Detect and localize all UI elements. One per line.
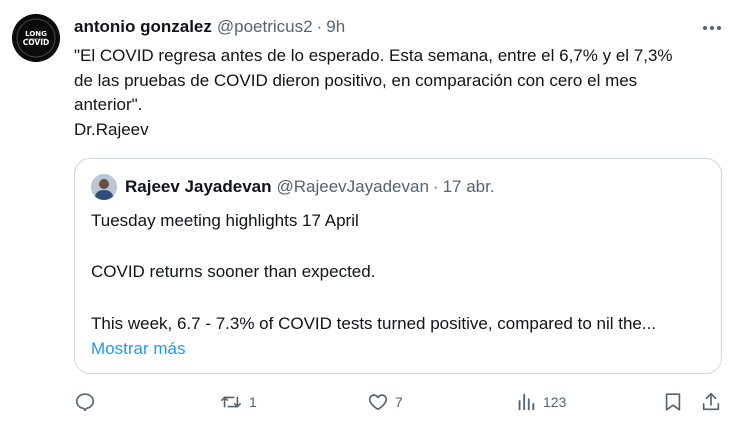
quoted-tweet-time: 17 abr. [442,177,495,196]
tweet-text-line: Dr.Rajeev [74,119,149,139]
tweet-text-line: de las pruebas de COVID dieron positivo,… [74,70,638,90]
quoted-tweet-header: Rajeev Jayadevan @RajeevJayadevan · 17 a… [91,174,495,200]
more-options-button[interactable] [702,18,722,38]
quoted-author-handle: @RajeevJayadevan [276,177,429,196]
retweet-button[interactable]: 1 [219,390,257,414]
tweet-time[interactable]: 9h [326,17,345,37]
like-count: 7 [395,394,403,410]
author-handle[interactable]: @poetricus2 [217,17,313,37]
quoted-tweet-line: Tuesday meeting highlights 17 April [91,211,359,230]
views-count: 123 [543,394,567,410]
tweet-text: "El COVID regresa antes de lo esperado. … [74,44,724,142]
author-name[interactable]: antonio gonzalez [74,17,212,37]
avatar-text-covid: COVID [23,38,50,47]
quoted-author-name: Rajeev Jayadevan [125,177,272,196]
tweet-text-line: anterior". [74,95,143,114]
views-icon [518,393,535,411]
share-button[interactable] [700,390,722,414]
tweet-text-line: "El COVID regresa antes de lo esperado. … [74,46,673,65]
tweet-header: antonio gonzalez @poetricus2 · 9h [74,16,345,38]
separator-dot: · [432,177,439,196]
retweet-icon [221,396,241,408]
show-more-link[interactable]: Mostrar más [91,339,185,359]
author-avatar[interactable]: LONG COVID [12,14,60,62]
heart-icon [368,394,388,411]
separator-dot: · [316,17,323,36]
quoted-tweet-line: COVID returns sooner than expected. [91,262,376,281]
retweet-count: 1 [249,394,257,410]
reply-icon [75,393,95,412]
more-icon [703,26,721,30]
bookmark-icon [665,393,681,411]
quoted-tweet[interactable]: Rajeev Jayadevan @RajeevJayadevan · 17 a… [74,158,722,374]
like-button[interactable]: 7 [367,390,403,414]
share-icon [702,392,720,411]
views-button[interactable]: 123 [515,390,566,414]
bookmark-button[interactable] [662,390,684,414]
quoted-tweet-line: This week, 6.7 - 7.3% of COVID tests tur… [91,314,657,333]
quoted-author-avatar [91,174,117,200]
reply-button[interactable] [74,390,102,414]
action-bar: 1 7 123 [74,390,724,414]
avatar-text-long: LONG [25,30,47,38]
